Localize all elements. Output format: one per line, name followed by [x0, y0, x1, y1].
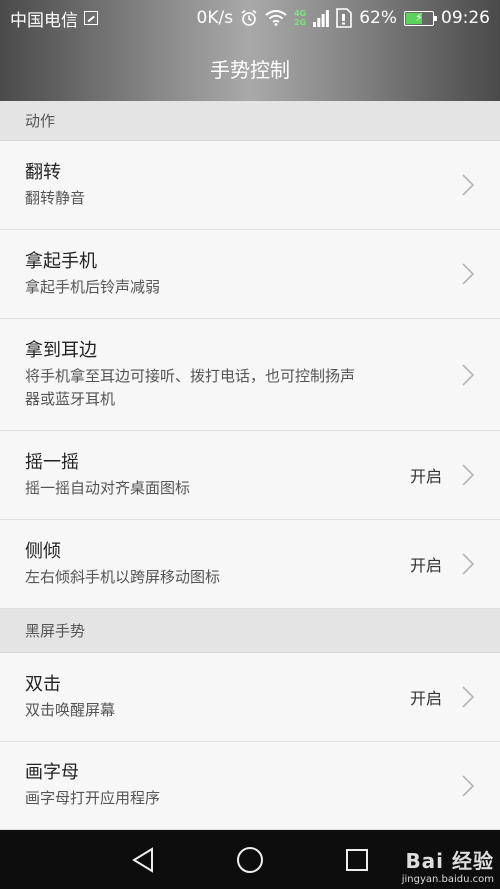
- battery-icon: ⚡: [404, 10, 437, 26]
- section-header-screen-off: 黑屏手势: [0, 609, 500, 653]
- setting-subtitle: 画字母打开应用程序: [25, 789, 161, 807]
- charging-bolt-icon: ⚡: [415, 10, 423, 24]
- home-circle-icon: [236, 846, 263, 873]
- setting-row-tilt[interactable]: 侧倾 左右倾斜手机以跨屏移动图标 开启: [0, 520, 500, 609]
- wifi-icon: [265, 10, 287, 26]
- setting-subtitle-line1: 将手机拿至耳边可接听、拨打电话，也可控制扬声: [25, 366, 356, 385]
- setting-title: 拿到耳边: [25, 339, 97, 361]
- setting-row-ear[interactable]: 拿到耳边 将手机拿至耳边可接听、拨打电话，也可控制扬声 器或蓝牙耳机: [0, 319, 500, 431]
- setting-row-double-tap[interactable]: 双击 双击唤醒屏幕 开启: [0, 653, 500, 742]
- navigation-bar: Bai 经验 jingyan.baidu.com: [0, 830, 500, 889]
- battery-percent: 62%: [359, 8, 397, 28]
- network-speed: 0K/s: [196, 8, 234, 28]
- chevron-right-icon: [456, 774, 480, 797]
- setting-status: 开启: [409, 556, 442, 575]
- recent-apps-square-icon: [345, 848, 368, 871]
- baidu-jingyan-watermark: Bai 经验 jingyan.baidu.com: [402, 845, 494, 885]
- watermark-url: jingyan.baidu.com: [401, 874, 494, 885]
- chevron-right-icon: [456, 686, 480, 708]
- setting-title: 侧倾: [25, 540, 61, 562]
- clock-time: 09:26: [441, 8, 490, 28]
- network-type-bottom: 2G: [294, 18, 307, 27]
- section-header-actions: 动作: [0, 101, 500, 141]
- chevron-right-icon: [456, 263, 480, 285]
- setting-subtitle-line2: 器或蓝牙耳机: [25, 389, 116, 408]
- sim-card-icon: [336, 8, 353, 28]
- network-type-top: 4G: [294, 9, 307, 18]
- setting-subtitle: 双击唤醒屏幕: [25, 700, 116, 719]
- home-button[interactable]: [230, 840, 270, 880]
- alarm-icon: [241, 9, 257, 26]
- setting-subtitle: 将手机拿至耳边可接听、拨打电话，也可控制扬声 器或蓝牙耳机: [25, 365, 436, 411]
- setting-row-shake[interactable]: 摇一摇 摇一摇自动对齐桌面图标 开启: [0, 431, 500, 520]
- setting-title: 拿起手机: [25, 250, 97, 272]
- setting-row-draw-letter[interactable]: 画字母 画字母打开应用程序: [0, 742, 500, 830]
- signal-icon: [313, 10, 330, 27]
- sim-status-icon: [84, 11, 98, 25]
- chevron-right-icon: [456, 553, 480, 575]
- setting-subtitle: 摇一摇自动对齐桌面图标: [25, 478, 191, 497]
- setting-subtitle: 拿起手机后铃声减弱: [25, 277, 161, 296]
- recent-apps-button[interactable]: [337, 840, 377, 880]
- setting-status: 开启: [409, 467, 442, 486]
- setting-subtitle: 左右倾斜手机以跨屏移动图标: [25, 567, 221, 586]
- watermark-logo: Bai 经验: [405, 849, 494, 873]
- page-title: 手势控制: [210, 58, 290, 82]
- setting-status: 开启: [409, 689, 442, 708]
- setting-title: 翻转: [25, 161, 61, 183]
- chevron-right-icon: [456, 174, 480, 196]
- top-bar: 中国电信 0K/s 4G 2G 62% ⚡ 09:26 手势控制: [0, 0, 500, 101]
- network-type-badge: 4G 2G: [294, 9, 306, 27]
- back-triangle-icon: [132, 846, 154, 873]
- setting-title: 摇一摇: [25, 451, 79, 473]
- setting-subtitle: 翻转静音: [25, 188, 86, 207]
- status-bar: 中国电信 0K/s 4G 2G 62% ⚡ 09:26: [0, 0, 500, 36]
- setting-title: 双击: [25, 673, 61, 695]
- chevron-right-icon: [456, 363, 480, 386]
- setting-row-pickup[interactable]: 拿起手机 拿起手机后铃声减弱: [0, 230, 500, 319]
- carrier-label: 中国电信: [10, 10, 78, 31]
- chevron-right-icon: [456, 464, 480, 486]
- setting-row-flip[interactable]: 翻转 翻转静音: [0, 141, 500, 230]
- back-button[interactable]: [123, 840, 163, 880]
- setting-title: 画字母: [25, 762, 79, 783]
